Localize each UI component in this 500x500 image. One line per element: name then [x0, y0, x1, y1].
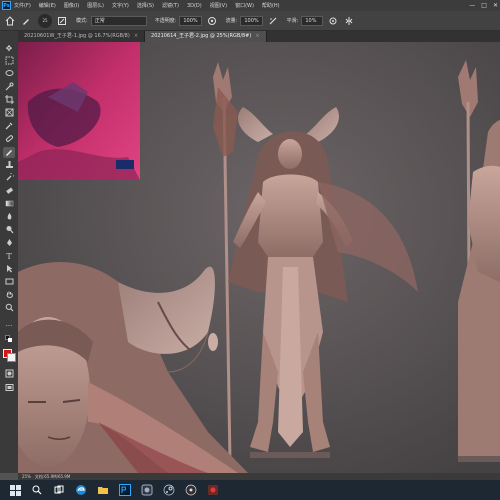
app-icon[interactable] [140, 483, 154, 497]
history-brush-tool-icon[interactable] [3, 171, 15, 184]
menu-view[interactable]: 视图(V) [210, 2, 227, 9]
close-tab-icon[interactable]: × [255, 33, 259, 39]
document-canvas[interactable] [18, 42, 500, 473]
pressure-opacity-icon[interactable] [206, 15, 218, 27]
move-tool-icon[interactable]: ✥ [3, 43, 15, 54]
quick-select-tool-icon[interactable] [3, 82, 15, 93]
background-color-swatch[interactable] [7, 353, 16, 362]
zoom-tool-icon[interactable] [3, 303, 15, 314]
pen-tool-icon[interactable] [3, 238, 15, 249]
dodge-tool-icon[interactable] [3, 225, 15, 236]
default-colors-icon[interactable] [3, 335, 15, 346]
more-tools-icon[interactable]: ··· [3, 321, 15, 332]
screen-mode-icon[interactable] [3, 383, 15, 394]
menu-layer[interactable]: 图层(L) [87, 2, 104, 9]
home-icon[interactable] [4, 15, 16, 27]
healing-brush-tool-icon[interactable] [3, 134, 15, 145]
photoshop-taskbar-icon[interactable] [118, 483, 132, 497]
smoothing-settings-icon[interactable] [327, 15, 339, 27]
status-bar: 25% 文档:65.9M/65.9M [18, 473, 500, 480]
menu-image[interactable]: 图像(I) [64, 2, 79, 9]
edge-browser-icon[interactable] [74, 483, 88, 497]
marquee-tool-icon[interactable] [3, 56, 15, 67]
type-tool-icon[interactable]: T [3, 251, 15, 262]
hand-tool-icon[interactable] [3, 290, 15, 301]
steam-icon[interactable] [162, 483, 176, 497]
menu-select[interactable]: 选择(S) [137, 2, 154, 9]
menu-filter[interactable]: 滤镜(T) [162, 2, 179, 9]
windows-taskbar [0, 480, 500, 500]
menu-file[interactable]: 文件(F) [14, 2, 31, 9]
opacity-field[interactable]: 100% [179, 15, 202, 26]
reference-image [18, 42, 140, 180]
rectangle-tool-icon[interactable] [3, 277, 15, 288]
symmetry-icon[interactable] [343, 15, 355, 27]
clone-stamp-tool-icon[interactable] [3, 160, 15, 171]
eyedropper-tool-icon[interactable] [3, 121, 15, 132]
smoothing-label: 平滑: [286, 18, 299, 24]
menu-edit[interactable]: 编辑(E) [39, 2, 56, 9]
close-window-button[interactable]: ✕ [493, 2, 498, 9]
crop-tool-icon[interactable] [3, 95, 15, 106]
maximize-button[interactable]: □ [481, 2, 487, 9]
photoshop-logo: Ps [2, 1, 11, 10]
brush-size-picker[interactable]: 25 [38, 13, 52, 28]
mode-select[interactable]: 正常 [90, 15, 147, 26]
menu-help[interactable]: 帮助(H) [262, 2, 280, 9]
window-controls: — □ ✕ [469, 0, 498, 11]
search-icon[interactable] [30, 483, 44, 497]
brush-settings-icon[interactable] [56, 15, 68, 27]
lasso-tool-icon[interactable] [3, 69, 15, 80]
document-tab-label: 20210601W_王子君-1.jpg @ 16.7%(RGB/8) [24, 33, 130, 39]
gradient-tool-icon[interactable] [3, 199, 15, 210]
task-view-icon[interactable] [52, 483, 66, 497]
mode-label: 模式: [76, 18, 88, 24]
path-selection-tool-icon[interactable] [3, 264, 15, 275]
menu-type[interactable]: 文字(Y) [112, 2, 129, 9]
record-icon[interactable] [206, 483, 220, 497]
menu-bar: Ps 文件(F) 编辑(E) 图像(I) 图层(L) 文字(Y) 选择(S) 滤… [0, 0, 500, 11]
tool-panel: ✥ T ··· [0, 31, 19, 473]
file-explorer-icon[interactable] [96, 483, 110, 497]
minimize-button[interactable]: — [469, 2, 475, 9]
flow-field[interactable]: 100% [240, 15, 263, 26]
document-size-info: 文档:65.9M/65.9M [34, 473, 71, 479]
document-tab[interactable]: 20210601W_王子君-1.jpg @ 16.7%(RGB/8) × [18, 31, 146, 42]
flow-label: 流量: [225, 18, 238, 24]
airbrush-icon[interactable] [267, 15, 279, 27]
brush-tool-icon[interactable] [3, 147, 15, 158]
eraser-tool-icon[interactable] [3, 186, 15, 197]
frame-tool-icon[interactable] [3, 108, 15, 119]
obs-recorder-icon[interactable] [184, 483, 198, 497]
windows-start-icon[interactable] [8, 483, 22, 497]
zoom-level[interactable]: 25% [22, 474, 31, 479]
brush-preset-icon[interactable] [20, 15, 32, 27]
document-tab-active[interactable]: 20210614_王子君-2.jpg @ 25%(RGB/8#) × [145, 31, 267, 42]
quick-mask-icon[interactable] [3, 369, 15, 380]
close-tab-icon[interactable]: × [134, 33, 138, 39]
menu-window[interactable]: 窗口(W) [235, 2, 254, 9]
blur-tool-icon[interactable] [3, 212, 15, 223]
menu-3d[interactable]: 3D(D) [187, 3, 202, 9]
opacity-label: 不透明度: [154, 18, 177, 24]
document-tab-bar: 20210601W_王子君-1.jpg @ 16.7%(RGB/8) × 2021… [18, 31, 500, 42]
smoothing-field[interactable]: 10% [301, 15, 324, 26]
options-bar: 25 模式: 正常 不透明度: 100% 流量: 100% 平滑: 10% [0, 11, 500, 31]
document-tab-label: 20210614_王子君-2.jpg @ 25%(RGB/8#) [151, 33, 252, 39]
